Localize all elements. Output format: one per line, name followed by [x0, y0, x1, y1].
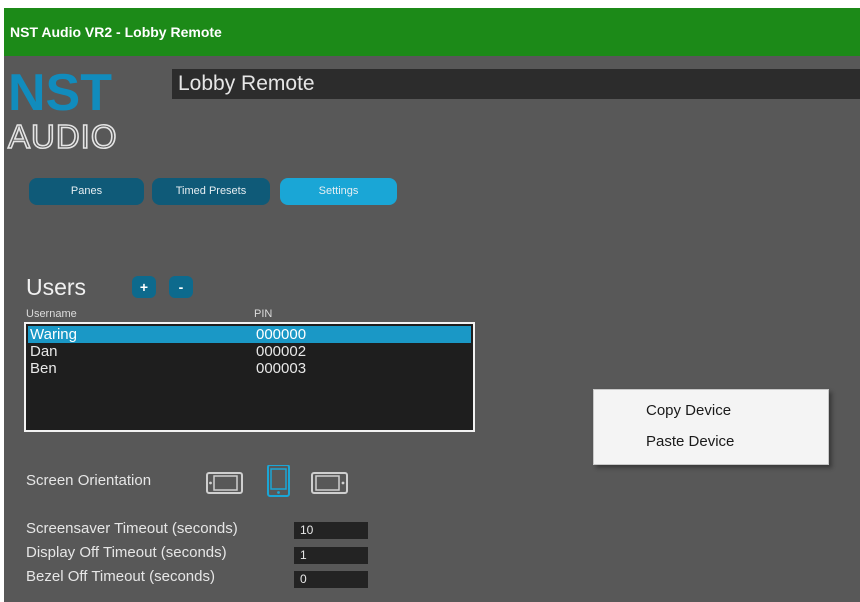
pin-column-header: PIN — [254, 308, 273, 320]
landscape-right-icon[interactable] — [311, 465, 348, 497]
context-menu: Copy Device Paste Device — [593, 389, 829, 465]
username-cell: Ben — [30, 360, 57, 377]
username-cell: Waring — [30, 326, 77, 343]
list-item[interactable]: Ben 000003 — [28, 360, 471, 377]
users-heading: Users — [26, 274, 87, 300]
username-cell: Dan — [30, 343, 58, 360]
paste-device-menu-item[interactable]: Paste Device — [646, 433, 734, 450]
landscape-left-icon[interactable] — [206, 465, 243, 497]
screen-orientation-label: Screen Orientation — [26, 472, 152, 489]
remove-user-button[interactable]: - — [169, 276, 193, 298]
display-off-timeout-input[interactable] — [294, 547, 368, 564]
logo-audio-text: AUDIO — [8, 118, 118, 155]
users-list[interactable]: Waring 000000 Dan 000002 Ben 000003 — [24, 322, 475, 432]
screensaver-timeout-label: Screensaver Timeout (seconds) — [26, 520, 238, 537]
portrait-icon[interactable] — [260, 465, 297, 497]
pin-cell: 000003 — [256, 360, 307, 377]
copy-device-menu-item[interactable]: Copy Device — [646, 402, 731, 419]
add-user-button[interactable]: + — [132, 276, 156, 298]
logo-nst-text: NST — [8, 64, 112, 122]
app-panel: NST AUDIO Lobby Remote Panes Timed Prese… — [4, 56, 860, 602]
nst-audio-logo: NST AUDIO — [7, 64, 118, 156]
window-title: NST Audio VR2 - Lobby Remote — [10, 24, 222, 40]
tab-timed-presets[interactable]: Timed Presets — [152, 178, 270, 205]
pin-cell: 000000 — [256, 326, 307, 343]
device-name-field[interactable]: Lobby Remote — [172, 69, 860, 99]
window-title-bar[interactable]: NST Audio VR2 - Lobby Remote — [4, 8, 860, 56]
list-item[interactable]: Dan 000002 — [28, 343, 471, 360]
bezel-off-timeout-label: Bezel Off Timeout (seconds) — [26, 568, 215, 585]
display-off-timeout-label: Display Off Timeout (seconds) — [26, 544, 227, 561]
bezel-off-timeout-input[interactable] — [294, 571, 368, 588]
tab-panes[interactable]: Panes — [29, 178, 144, 205]
username-column-header: Username — [26, 308, 77, 320]
pin-cell: 000002 — [256, 343, 307, 360]
screensaver-timeout-input[interactable] — [294, 522, 368, 539]
tab-settings[interactable]: Settings — [280, 178, 397, 205]
list-item[interactable]: Waring 000000 — [28, 326, 471, 343]
